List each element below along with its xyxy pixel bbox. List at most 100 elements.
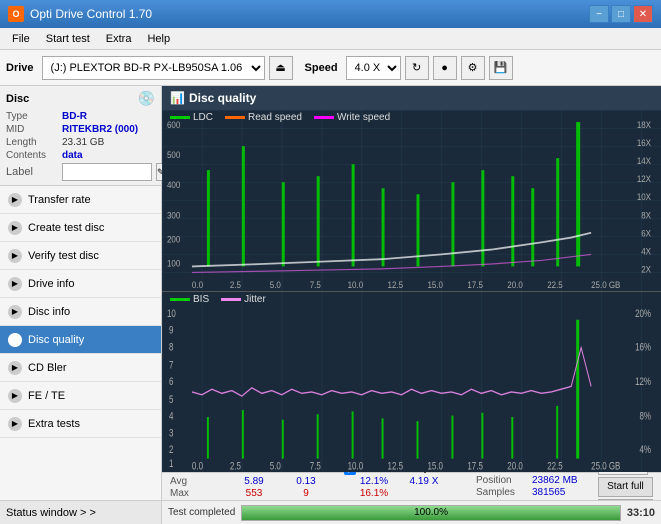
svg-text:15.0: 15.0 xyxy=(427,279,443,290)
menu-file[interactable]: File xyxy=(4,31,38,47)
svg-text:7.5: 7.5 xyxy=(310,460,321,472)
menu-help[interactable]: Help xyxy=(139,31,178,47)
status-completed: Test completed xyxy=(168,507,235,518)
svg-text:10X: 10X xyxy=(637,192,651,203)
app-title: Opti Drive Control 1.70 xyxy=(30,7,152,21)
svg-text:7: 7 xyxy=(169,359,173,372)
legend-ldc: LDC xyxy=(170,112,213,123)
jitter-max: 16.1% xyxy=(348,488,400,499)
sidebar-item-drive-info[interactable]: ▶ Drive info xyxy=(0,270,161,298)
toolbar: Drive (J:) PLEXTOR BD-R PX-LB950SA 1.06 … xyxy=(0,50,661,86)
write-color xyxy=(314,116,334,119)
main-layout: Disc 💿 Type BD-R MID RITEKBR2 (000) Leng… xyxy=(0,86,661,524)
title-bar: O Opti Drive Control 1.70 − □ ✕ xyxy=(0,0,661,28)
stats-avg-row: Avg 5.89 0.13 12.1% 4.19 X xyxy=(170,476,456,487)
sidebar-item-create-test-disc[interactable]: ▶ Create test disc xyxy=(0,214,161,242)
disc-icon: 💿 xyxy=(138,90,155,107)
sidebar-item-cd-bler[interactable]: ▶ CD Bler xyxy=(0,354,161,382)
upper-legend: LDC Read speed Write speed xyxy=(170,112,390,123)
svg-text:300: 300 xyxy=(167,210,180,221)
legend-bis: BIS xyxy=(170,294,209,305)
progress-bar: 100.0% xyxy=(241,505,621,521)
svg-text:10.0: 10.0 xyxy=(348,460,364,472)
sidebar-item-extra-tests[interactable]: ▶ Extra tests xyxy=(0,410,161,438)
svg-text:15.0: 15.0 xyxy=(427,460,443,472)
svg-text:10: 10 xyxy=(167,307,176,320)
bis-max: 9 xyxy=(280,488,332,499)
svg-text:4X: 4X xyxy=(641,246,651,257)
svg-text:4%: 4% xyxy=(639,443,651,456)
legend-write: Write speed xyxy=(314,112,390,123)
position-row: Position 23862 MB xyxy=(476,475,578,486)
stats-max-row: Max 553 9 16.1% xyxy=(170,488,456,499)
menu-extra[interactable]: Extra xyxy=(98,31,140,47)
contents-key: Contents xyxy=(6,150,58,161)
svg-text:3: 3 xyxy=(169,427,173,440)
menu-bar: File Start test Extra Help xyxy=(0,28,661,50)
svg-text:6: 6 xyxy=(169,375,173,388)
sidebar-item-disc-quality[interactable]: ▶ Disc quality xyxy=(0,326,161,354)
chart-icon: 📊 xyxy=(170,91,185,105)
speed-select[interactable]: 4.0 X xyxy=(346,56,401,80)
burn-button[interactable]: ● xyxy=(433,56,457,80)
ldc-max: 553 xyxy=(228,488,280,499)
svg-text:2: 2 xyxy=(169,443,173,456)
jitter-color xyxy=(221,298,241,301)
menu-start-test[interactable]: Start test xyxy=(38,31,98,47)
position-section: Position 23862 MB Samples 381565 xyxy=(476,475,578,498)
speed-val: 4.19 X xyxy=(400,476,448,487)
bis-avg: 0.13 xyxy=(280,476,332,487)
svg-text:20.0: 20.0 xyxy=(507,460,523,472)
stats-bar: LDC BIS Jitter Speed Avg 5.89 0.13 12.1%… xyxy=(162,472,661,500)
svg-text:17.5: 17.5 xyxy=(467,460,483,472)
mid-value: RITEKBR2 (000) xyxy=(62,124,138,135)
sidebar-item-fe-te[interactable]: ▶ FE / TE xyxy=(0,382,161,410)
nav-items: ▶ Transfer rate ▶ Create test disc ▶ Ver… xyxy=(0,186,161,500)
window-controls: − □ ✕ xyxy=(589,5,653,23)
svg-text:100: 100 xyxy=(167,258,180,269)
samples-label: Samples xyxy=(476,487,528,498)
length-key: Length xyxy=(6,137,58,148)
svg-text:2X: 2X xyxy=(641,264,651,275)
settings-button[interactable]: ⚙ xyxy=(461,56,485,80)
drive-select[interactable]: (J:) PLEXTOR BD-R PX-LB950SA 1.06 xyxy=(42,56,265,80)
nav-dot: ▶ xyxy=(8,249,22,263)
contents-value: data xyxy=(62,150,83,161)
jitter-avg: 12.1% xyxy=(348,476,400,487)
svg-text:5.0: 5.0 xyxy=(270,460,281,472)
legend-read: Read speed xyxy=(225,112,302,123)
svg-text:17.5: 17.5 xyxy=(467,279,483,290)
sidebar-item-transfer-rate[interactable]: ▶ Transfer rate xyxy=(0,186,161,214)
maximize-button[interactable]: □ xyxy=(611,5,631,23)
svg-text:25.0 GB: 25.0 GB xyxy=(591,460,620,472)
type-key: Type xyxy=(6,111,58,122)
nav-dot: ▶ xyxy=(8,389,22,403)
title-bar-left: O Opti Drive Control 1.70 xyxy=(8,6,152,22)
status-window-label: Status window > > xyxy=(6,507,96,519)
svg-text:400: 400 xyxy=(167,180,180,191)
lower-chart-svg: 10 9 8 7 6 5 4 3 2 1 20% 16% 12% 8% 4% xyxy=(162,292,661,473)
disc-panel: Disc 💿 Type BD-R MID RITEKBR2 (000) Leng… xyxy=(0,86,161,186)
eject-button[interactable]: ⏏ xyxy=(269,56,293,80)
position-val: 23862 MB xyxy=(532,475,578,486)
start-full-button[interactable]: Start full xyxy=(598,477,653,497)
status-window-button[interactable]: Status window > > xyxy=(0,500,161,524)
svg-text:4: 4 xyxy=(169,410,174,423)
progress-time: 33:10 xyxy=(627,507,655,519)
sidebar-item-verify-test-disc[interactable]: ▶ Verify test disc xyxy=(0,242,161,270)
svg-text:8%: 8% xyxy=(639,410,651,423)
svg-text:9: 9 xyxy=(169,324,173,337)
svg-text:22.5: 22.5 xyxy=(547,460,563,472)
drive-label: Drive xyxy=(6,62,34,74)
sidebar-item-disc-info[interactable]: ▶ Disc info xyxy=(0,298,161,326)
lower-legend: BIS Jitter xyxy=(170,294,266,305)
save-button[interactable]: 💾 xyxy=(489,56,513,80)
minimize-button[interactable]: − xyxy=(589,5,609,23)
svg-text:500: 500 xyxy=(167,149,180,160)
nav-dot: ▶ xyxy=(8,417,22,431)
label-input[interactable] xyxy=(62,163,152,181)
position-label: Position xyxy=(476,475,528,486)
close-button[interactable]: ✕ xyxy=(633,5,653,23)
type-value: BD-R xyxy=(62,111,87,122)
refresh-button[interactable]: ↻ xyxy=(405,56,429,80)
